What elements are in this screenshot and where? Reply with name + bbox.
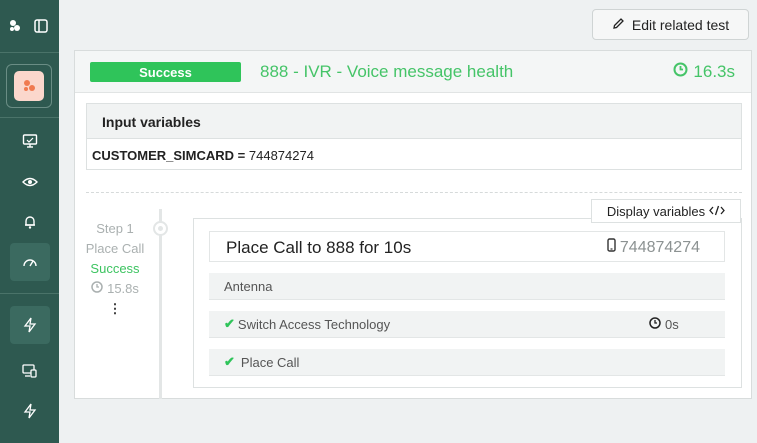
clock-icon bbox=[673, 62, 688, 82]
dashboard-gauge-icon[interactable] bbox=[10, 243, 50, 281]
app-logo-icon[interactable] bbox=[3, 7, 27, 45]
test-result-header: Success 888 - IVR - Voice message health… bbox=[75, 51, 751, 93]
display-variables-label: Display variables bbox=[606, 203, 706, 219]
collapse-sidebar-icon[interactable] bbox=[28, 7, 54, 45]
edit-related-test-label: Edit related test bbox=[631, 16, 730, 33]
step-name: Place Call bbox=[85, 241, 145, 256]
action-phone: 744874274 bbox=[607, 238, 700, 257]
input-variable-value: 744874274 bbox=[248, 148, 314, 163]
input-variables-heading: Input variables bbox=[87, 104, 741, 139]
workspace-logo[interactable] bbox=[6, 64, 52, 108]
step-label: Step 1 bbox=[96, 221, 134, 236]
substep-label: Place Call bbox=[240, 354, 300, 370]
divider bbox=[86, 192, 742, 193]
monitor-icon[interactable] bbox=[10, 122, 50, 160]
check-icon: ✔ bbox=[224, 316, 235, 331]
substep-duration-value: 0s bbox=[665, 316, 679, 332]
substep-label: Switch Access Technology bbox=[237, 316, 391, 332]
substep-row[interactable]: Antenna bbox=[209, 273, 725, 300]
check-icon: ✔ bbox=[224, 354, 235, 369]
input-variable-row: CUSTOMER_SIMCARD = 744874274 bbox=[87, 139, 741, 163]
step-menu-icon[interactable]: ⋮ bbox=[75, 299, 155, 319]
action-phone-number: 744874274 bbox=[619, 238, 700, 256]
substep-row[interactable]: ✔ Switch Access Technology 0s bbox=[209, 311, 725, 338]
step-summary: Step 1 Place Call Success 15.8s ⋮ bbox=[75, 219, 155, 319]
step-status: Success bbox=[90, 261, 140, 276]
sidebar bbox=[0, 0, 59, 443]
step-detail-panel: Place Call to 888 for 10s 744874274 Ante… bbox=[193, 218, 742, 388]
workspace-logo-icon bbox=[14, 71, 44, 101]
eye-icon[interactable] bbox=[10, 163, 50, 201]
devices-icon[interactable] bbox=[10, 352, 50, 390]
clock-icon bbox=[649, 316, 661, 332]
pencil-icon bbox=[612, 17, 625, 33]
step-duration: 15.8s bbox=[75, 279, 155, 299]
input-variables-panel: Input variables CUSTOMER_SIMCARD = 74487… bbox=[86, 103, 742, 170]
input-variable-separator: = bbox=[234, 148, 249, 163]
test-duration-value: 16.3s bbox=[693, 62, 735, 81]
step-duration-value: 15.8s bbox=[107, 281, 139, 296]
substep-row[interactable]: ✔ Place Call bbox=[209, 349, 725, 376]
flash-icon[interactable] bbox=[10, 392, 50, 430]
substep-label: Antenna bbox=[224, 278, 273, 294]
display-variables-button[interactable]: Display variables bbox=[591, 199, 741, 223]
timeline-rail bbox=[159, 209, 162, 399]
bolt-icon[interactable] bbox=[10, 306, 50, 344]
input-variable-name: CUSTOMER_SIMCARD bbox=[92, 148, 235, 163]
test-duration: 16.3s bbox=[673, 62, 735, 82]
test-result-card: Success 888 - IVR - Voice message health… bbox=[74, 50, 752, 399]
action-header: Place Call to 888 for 10s 744874274 bbox=[209, 231, 725, 262]
bell-icon[interactable] bbox=[10, 203, 50, 241]
substep-duration: 0s bbox=[649, 317, 679, 332]
code-icon bbox=[709, 204, 725, 219]
timeline-node bbox=[153, 221, 168, 236]
phone-icon bbox=[607, 238, 616, 257]
edit-related-test-button[interactable]: Edit related test bbox=[592, 9, 749, 40]
action-title: Place Call to 888 for 10s bbox=[226, 238, 412, 257]
clock-icon bbox=[91, 279, 103, 299]
status-badge: Success bbox=[90, 62, 241, 82]
test-title[interactable]: 888 - IVR - Voice message health bbox=[260, 62, 513, 82]
